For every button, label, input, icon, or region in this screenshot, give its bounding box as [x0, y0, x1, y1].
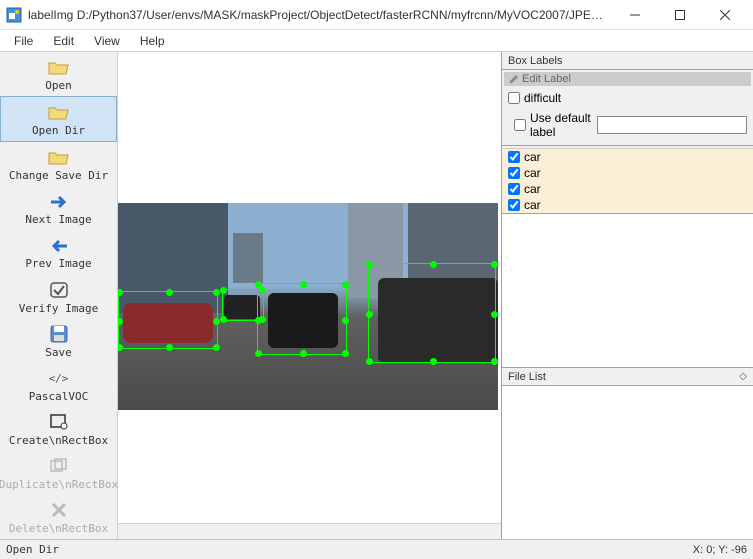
check-icon — [47, 280, 71, 299]
create-rectbox-button[interactable]: Create\nRectBox — [0, 407, 117, 451]
minimize-button[interactable] — [612, 0, 657, 30]
difficult-checkbox[interactable] — [508, 92, 520, 104]
canvas-area[interactable] — [118, 52, 501, 539]
label-list-spacer — [502, 214, 753, 368]
status-left: Open Dir — [6, 543, 693, 556]
difficult-row: difficult — [502, 88, 753, 108]
label-item[interactable]: car — [502, 181, 753, 197]
window-title: labelImg D:/Python37/User/envs/MASK/mask… — [28, 8, 612, 22]
rect-create-icon — [47, 413, 71, 432]
format-icon: </> — [47, 369, 71, 388]
canvas-scrollbar-horizontal[interactable] — [118, 523, 501, 539]
delete-icon — [47, 501, 71, 520]
pascalvoc-button[interactable]: </> PascalVOC — [0, 363, 117, 407]
duplicate-icon — [47, 457, 71, 476]
pin-icon[interactable]: ◇ — [739, 371, 747, 382]
open-button[interactable]: Open — [0, 52, 117, 96]
duplicate-rectbox-button[interactable]: Duplicate\nRectBox — [0, 451, 117, 495]
delete-rectbox-button[interactable]: Delete\nRectBox — [0, 495, 117, 539]
default-label-row: Use default label — [502, 108, 753, 146]
label-checkbox[interactable] — [508, 199, 520, 211]
folder-open-icon — [47, 58, 71, 77]
maximize-button[interactable] — [657, 0, 702, 30]
label-item[interactable]: car — [502, 165, 753, 181]
folder-open-dir-icon — [47, 103, 71, 122]
save-icon — [47, 325, 71, 344]
label-checkbox[interactable] — [508, 151, 520, 163]
label-item[interactable]: car — [502, 197, 753, 213]
edit-label-button[interactable]: Edit Label — [504, 72, 751, 86]
box-labels-header: Box Labels — [502, 52, 753, 70]
save-button[interactable]: Save — [0, 319, 117, 363]
right-panel: Box Labels Edit Label difficult Use defa… — [501, 52, 753, 539]
arrow-left-icon — [47, 236, 71, 255]
prev-image-button[interactable]: Prev Image — [0, 230, 117, 274]
label-checkbox[interactable] — [508, 183, 520, 195]
difficult-label: difficult — [524, 91, 561, 105]
verify-image-button[interactable]: Verify Image — [0, 274, 117, 318]
bbox[interactable] — [257, 283, 347, 355]
file-list-header: File List ◇ — [502, 368, 753, 386]
use-default-label-text: Use default label — [530, 111, 593, 139]
default-label-input[interactable] — [597, 116, 747, 134]
bbox[interactable] — [118, 291, 218, 349]
menu-file[interactable]: File — [4, 32, 43, 50]
pencil-icon — [508, 73, 520, 85]
next-image-button[interactable]: Next Image — [0, 186, 117, 230]
label-checkbox[interactable] — [508, 167, 520, 179]
menu-bar: File Edit View Help — [0, 30, 753, 52]
use-default-label-checkbox[interactable] — [514, 119, 526, 131]
bbox[interactable] — [368, 263, 496, 363]
folder-save-icon — [47, 148, 71, 167]
main-area: Open Open Dir Change Save Dir Next Image… — [0, 52, 753, 539]
status-bar: Open Dir X: 0; Y: -96 — [0, 539, 753, 559]
menu-help[interactable]: Help — [130, 32, 175, 50]
menu-view[interactable]: View — [84, 32, 130, 50]
status-coordinates: X: 0; Y: -96 — [693, 544, 747, 556]
title-bar: labelImg D:/Python37/User/envs/MASK/mask… — [0, 0, 753, 30]
label-list: car car car car — [502, 148, 753, 214]
label-item[interactable]: car — [502, 149, 753, 165]
left-toolbar: Open Open Dir Change Save Dir Next Image… — [0, 52, 118, 539]
arrow-right-icon — [47, 192, 71, 211]
app-icon — [6, 7, 22, 23]
file-list[interactable] — [502, 386, 753, 539]
close-button[interactable] — [702, 0, 747, 30]
change-save-dir-button[interactable]: Change Save Dir — [0, 142, 117, 186]
open-dir-button[interactable]: Open Dir — [0, 96, 117, 142]
menu-edit[interactable]: Edit — [43, 32, 84, 50]
image-canvas[interactable] — [118, 203, 498, 410]
